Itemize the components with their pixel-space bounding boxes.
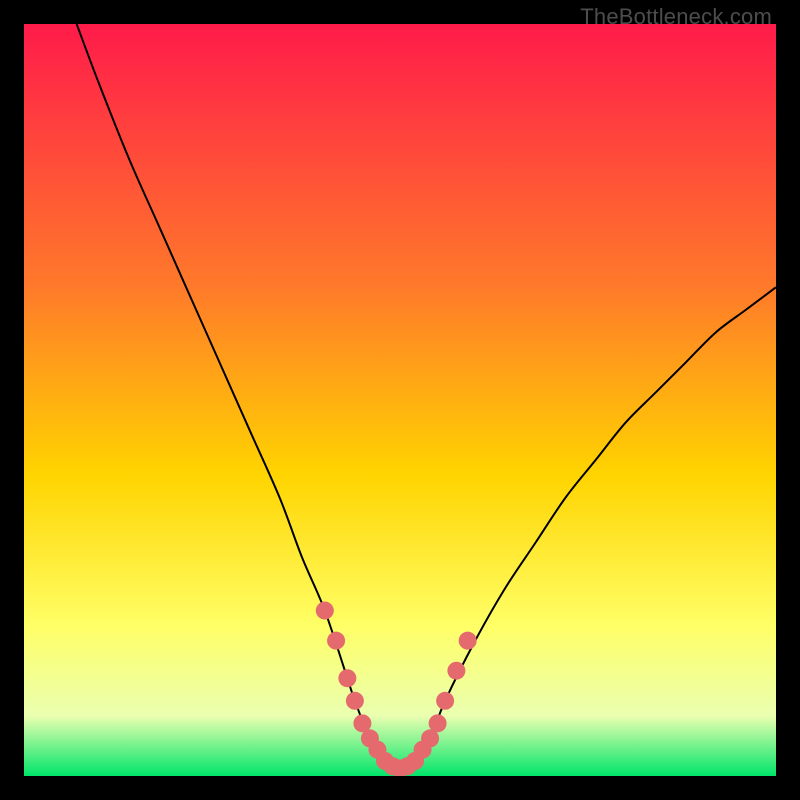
highlight-marker	[436, 692, 454, 710]
highlight-marker	[338, 669, 356, 687]
chart-frame	[24, 24, 776, 776]
bottleneck-chart	[24, 24, 776, 776]
highlight-marker	[447, 662, 465, 680]
gradient-background	[24, 24, 776, 776]
highlight-marker	[316, 602, 334, 620]
highlight-marker	[429, 714, 447, 732]
highlight-marker	[327, 632, 345, 650]
highlight-marker	[346, 692, 364, 710]
highlight-marker	[459, 632, 477, 650]
watermark-text: TheBottleneck.com	[580, 4, 772, 30]
